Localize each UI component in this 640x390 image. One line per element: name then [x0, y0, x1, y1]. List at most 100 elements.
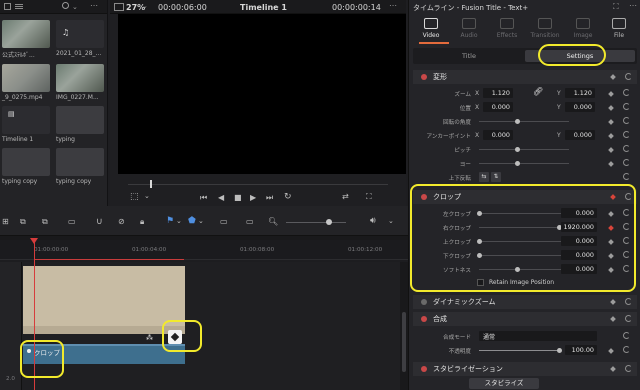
stabilization-section-header[interactable]: スタビライゼーション	[413, 362, 637, 376]
media-item[interactable]: _9_0275.mp4	[2, 64, 50, 101]
section-enable-toggle[interactable]	[421, 299, 427, 305]
more-icon[interactable]: ⋯	[389, 1, 397, 10]
go-to-start-icon[interactable]: ⏮	[200, 193, 207, 203]
zoom-custom-icon[interactable]: 🔍︎	[268, 217, 278, 226]
overwrite-clip-icon[interactable]: ⧉	[42, 217, 48, 227]
viewer-scrubber[interactable]	[128, 184, 388, 185]
replace-clip-icon[interactable]: ▭	[68, 217, 76, 226]
chevron-down-icon[interactable]: ⌄	[198, 217, 204, 225]
composite-mode-select[interactable]: 通常	[479, 331, 597, 341]
playhead-handle[interactable]	[30, 238, 38, 244]
stop-icon[interactable]: ■	[234, 193, 242, 202]
flag-icon[interactable]: ⚑	[166, 216, 174, 226]
link-icon[interactable]: 🔗︎	[533, 87, 543, 96]
tab-transition[interactable]: Transition	[527, 18, 563, 39]
match-frame-icon[interactable]: ⇄	[342, 192, 349, 201]
viewer-playhead[interactable]	[150, 180, 152, 188]
rotation-slider[interactable]	[479, 121, 569, 122]
zoom-y-field[interactable]: 1.120	[565, 88, 595, 98]
list-view-icon[interactable]	[15, 4, 23, 5]
media-item[interactable]: 公式ｽﾃﾙﾎﾞ...	[2, 20, 50, 59]
timeline-options-icon[interactable]: ⊞	[2, 217, 9, 226]
zoom-slider-knob[interactable]	[326, 219, 332, 225]
reset-icon[interactable]	[623, 346, 630, 353]
opacity-slider-knob[interactable]	[557, 348, 562, 353]
viewer-layout-icon[interactable]	[114, 3, 124, 11]
tab-video[interactable]: Video	[413, 18, 449, 39]
reset-icon[interactable]	[623, 332, 630, 339]
tab-effects[interactable]: Effects	[489, 18, 525, 39]
subtab-title[interactable]: Title	[415, 50, 523, 62]
keyframe-diamond-icon[interactable]	[608, 119, 614, 125]
yaw-slider[interactable]	[479, 163, 569, 164]
reset-icon[interactable]	[625, 365, 632, 372]
insert-clip-icon[interactable]: ⧉	[20, 217, 26, 227]
reset-icon[interactable]	[623, 159, 630, 166]
search-icon[interactable]	[62, 2, 69, 9]
keyframe-diamond-icon[interactable]	[610, 74, 616, 80]
viewer-canvas[interactable]	[118, 14, 406, 174]
timeline-name[interactable]: Timeline 1	[240, 3, 287, 12]
snapping-icon[interactable]: ∪	[96, 217, 103, 227]
stabilize-button[interactable]: スタビライズ	[469, 378, 539, 389]
keyframe-diamond-icon[interactable]	[610, 316, 616, 322]
loop-icon[interactable]: ↻	[284, 192, 292, 202]
flip-vertical-icon[interactable]: ⇅	[491, 172, 501, 182]
position-x-field[interactable]: 0.000	[483, 102, 513, 112]
yaw-slider-knob[interactable]	[515, 161, 520, 166]
reset-icon[interactable]	[625, 73, 632, 80]
chevron-down-icon[interactable]: ⌄	[176, 217, 182, 225]
transform-section-header[interactable]: 変形	[413, 70, 637, 84]
tab-image[interactable]: Image	[565, 18, 601, 39]
rotation-slider-knob[interactable]	[515, 119, 520, 124]
opacity-field[interactable]: 100.00	[565, 345, 597, 355]
media-item[interactable]: typing copy	[2, 148, 50, 185]
pitch-slider-knob[interactable]	[515, 147, 520, 152]
timeline-ruler[interactable]: 01:00:00:00 01:00:04:00 01:00:08:00 01:0…	[0, 240, 408, 260]
chevron-down-icon[interactable]: ⌄	[142, 2, 148, 10]
reset-icon[interactable]	[625, 298, 632, 305]
position-lock-icon[interactable]: 🔒︎	[140, 217, 144, 227]
reset-icon[interactable]	[623, 103, 630, 110]
play-icon[interactable]: ▶	[250, 193, 256, 202]
zoom-slider[interactable]	[286, 222, 346, 223]
transform-overlay-icon[interactable]: ⬚	[130, 192, 139, 202]
marker-icon[interactable]: ⬟	[188, 216, 196, 226]
media-item[interactable]: ♫ 2021_01_28_...	[56, 20, 104, 57]
zoom-x-field[interactable]: 1.120	[483, 88, 513, 98]
keyframe-diamond-icon[interactable]	[608, 161, 614, 167]
keyframe-diamond-icon[interactable]	[608, 91, 614, 97]
reset-icon[interactable]	[625, 315, 632, 322]
audio-speaker-icon[interactable]: 🔊︎	[370, 216, 376, 226]
media-item[interactable]: ▤ Timeline 1	[2, 106, 50, 143]
position-y-field[interactable]: 0.000	[565, 102, 595, 112]
pin-icon[interactable]: ⛶	[613, 2, 619, 12]
grid-view-icon[interactable]	[4, 3, 11, 10]
anchor-x-field[interactable]: 0.000	[483, 130, 513, 140]
chevron-down-icon[interactable]: ⌄	[388, 217, 394, 225]
media-item[interactable]: IMG_0227.M...	[56, 64, 104, 101]
chevron-down-icon[interactable]: ⌄	[144, 192, 150, 200]
section-enable-toggle[interactable]	[421, 316, 427, 322]
keyframe-diamond-icon[interactable]	[608, 348, 614, 354]
media-item[interactable]: typing	[56, 106, 104, 143]
keyframe-icon[interactable]: ⁂	[146, 334, 153, 342]
section-enable-toggle[interactable]	[421, 74, 427, 80]
tab-file[interactable]: File	[601, 18, 637, 39]
more-icon[interactable]: ⋯	[629, 1, 637, 10]
keyframe-diamond-icon[interactable]	[608, 133, 614, 139]
opacity-slider[interactable]	[479, 350, 559, 351]
keyframe-diamond-icon[interactable]	[608, 147, 614, 153]
tab-audio[interactable]: Audio	[451, 18, 487, 39]
keyframe-diamond-icon[interactable]	[610, 299, 616, 305]
go-to-end-icon[interactable]: ⏭	[266, 193, 273, 203]
anchor-y-field[interactable]: 0.000	[565, 130, 595, 140]
full-screen-icon[interactable]: ⛶	[366, 192, 372, 202]
reset-icon[interactable]	[623, 117, 630, 124]
composite-section-header[interactable]: 合成	[413, 312, 637, 326]
reset-icon[interactable]	[623, 89, 630, 96]
reset-icon[interactable]	[623, 145, 630, 152]
fusion-title-clip[interactable]	[23, 266, 185, 334]
keyframe-diamond-icon[interactable]	[608, 105, 614, 111]
media-item[interactable]: typing copy	[56, 148, 104, 185]
